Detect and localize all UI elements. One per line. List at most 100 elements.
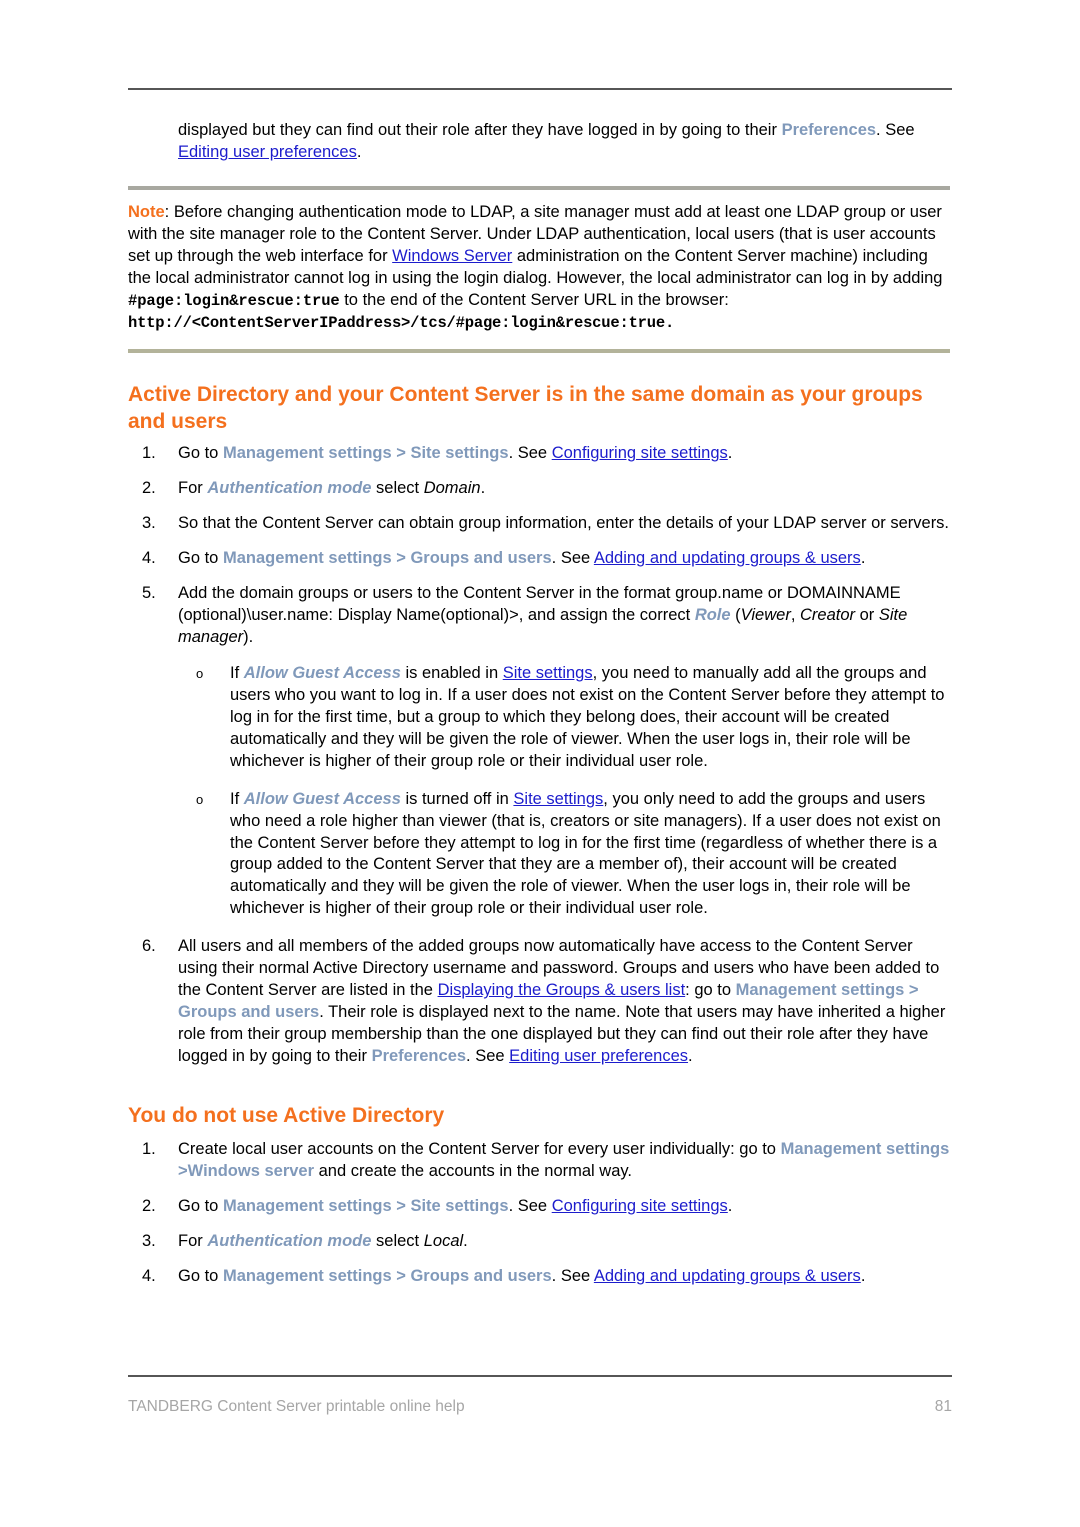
- substep-text-mid: is enabled in: [400, 663, 503, 682]
- page-content: displayed but they can find out their ro…: [128, 120, 952, 1301]
- ui-field-allow-guest-access: Allow Guest Access: [243, 789, 401, 808]
- step-text-after: .: [727, 444, 733, 463]
- step-text-before: For: [178, 479, 208, 498]
- list-item: 5. Add the domain groups or users to the…: [128, 583, 952, 920]
- value-creator: Creator: [799, 606, 856, 625]
- ui-path: Management settings > Site settings: [222, 1197, 509, 1216]
- substep-text-mid: is turned off in: [400, 789, 514, 808]
- value-domain: Domain: [423, 479, 481, 498]
- note-label: Note: [128, 202, 165, 221]
- list-item: o If Allow Guest Access is turned off in…: [178, 789, 952, 921]
- step-number: 3.: [142, 514, 156, 533]
- link-site-settings[interactable]: Site settings: [513, 790, 603, 808]
- list-item: 1. Go to Management settings > Site sett…: [128, 443, 952, 465]
- step-text-after: ).: [243, 628, 254, 647]
- step-text-before: For: [178, 1232, 208, 1251]
- step-text: For Authentication mode select Local.: [178, 1231, 952, 1253]
- value-local: Local: [423, 1232, 464, 1251]
- note-paragraph: Note: Before changing authentication mod…: [128, 202, 950, 312]
- guest-access-substep-list: o If Allow Guest Access is enabled in Si…: [178, 663, 952, 920]
- intro-text-part2: . See: [876, 121, 915, 139]
- list-item: 4. Go to Management settings > Groups an…: [128, 1266, 952, 1288]
- step-text-before: Go to: [178, 1197, 223, 1216]
- note-rescue-url: http://<ContentServerIPaddress>/tcs/#pag…: [128, 313, 675, 332]
- link-displaying-groups-users-list[interactable]: Displaying the Groups & users list: [438, 981, 686, 999]
- step-text-mid1: : go to: [685, 981, 736, 1000]
- step-text-after: .: [860, 549, 866, 568]
- note-mono-fragment: #page:login&rescue:true: [128, 291, 340, 310]
- step-text: Create local user accounts on the Conten…: [178, 1139, 952, 1183]
- list-item: 2. For Authentication mode select Domain…: [128, 478, 952, 500]
- intro-text-part3: .: [356, 142, 362, 161]
- note-text-3: to the end of the Content Server URL in …: [339, 290, 729, 309]
- step-text: Go to Management settings > Groups and u…: [178, 548, 952, 570]
- circle-bullet-icon: o: [196, 665, 204, 681]
- ui-path: Management settings > Groups and users: [222, 549, 552, 568]
- step-text-before: Go to: [178, 444, 223, 463]
- step-text-mid: . See: [551, 549, 594, 568]
- link-editing-user-preferences[interactable]: Editing user preferences: [509, 1047, 688, 1065]
- substep-text-after: , you only need to add the groups and us…: [230, 789, 941, 918]
- ui-field-authentication-mode: Authentication mode: [207, 1232, 372, 1251]
- substep-text: If Allow Guest Access is enabled in Site…: [230, 664, 945, 770]
- substep-text-before: If: [230, 663, 244, 682]
- step-number: 1.: [142, 1140, 156, 1159]
- link-windows-server[interactable]: Windows Server: [392, 247, 512, 265]
- step-text-after: .: [860, 1266, 866, 1285]
- ui-path-preferences: Preferences: [781, 121, 877, 139]
- substep-text-before: If: [230, 789, 244, 808]
- link-configuring-site-settings[interactable]: Configuring site settings: [552, 1197, 728, 1215]
- ui-field-role: Role: [694, 606, 731, 625]
- intro-text-part1: displayed but they can find out their ro…: [178, 121, 782, 139]
- link-site-settings[interactable]: Site settings: [503, 664, 593, 682]
- step-text-after: and create the accounts in the normal wa…: [314, 1162, 632, 1181]
- step-text-after: .: [463, 1232, 468, 1251]
- step-text-mid: . See: [508, 1197, 552, 1216]
- page-footer: TANDBERG Content Server printable online…: [128, 1398, 952, 1416]
- step-text-mid3: . See: [466, 1046, 510, 1065]
- step-text-before: Create local user accounts on the Conten…: [178, 1140, 781, 1159]
- link-editing-user-preferences[interactable]: Editing user preferences: [178, 143, 357, 161]
- step-number: 4.: [142, 549, 156, 568]
- section-heading-active-directory: Active Directory and your Content Server…: [128, 382, 923, 434]
- page-number: 81: [934, 1398, 952, 1415]
- note-block: Note: Before changing authentication mod…: [128, 185, 952, 353]
- list-item: o If Allow Guest Access is enabled in Si…: [178, 663, 952, 773]
- step-text: Go to Management settings > Groups and u…: [178, 1266, 952, 1288]
- step-text-mid: select: [371, 479, 424, 498]
- list-item: 1. Create local user accounts on the Con…: [128, 1139, 952, 1183]
- document-page: displayed but they can find out their ro…: [0, 0, 1080, 1527]
- step-text: All users and all members of the added g…: [178, 936, 952, 1068]
- note-separator-top: [128, 185, 950, 190]
- step-text-after: .: [727, 1197, 733, 1216]
- ui-field-allow-guest-access: Allow Guest Access: [243, 663, 401, 682]
- link-configuring-site-settings[interactable]: Configuring site settings: [552, 444, 728, 462]
- section1-step-list: 1. Go to Management settings > Site sett…: [128, 443, 952, 1068]
- link-adding-updating-groups-users[interactable]: Adding and updating groups & users: [594, 549, 861, 567]
- list-item: 3. So that the Content Server can obtain…: [128, 513, 952, 535]
- step-text: For Authentication mode select Domain.: [178, 478, 952, 500]
- step-text-after: .: [480, 479, 486, 498]
- substep-text: If Allow Guest Access is turned off in S…: [230, 790, 941, 918]
- step-number: 2.: [142, 1197, 156, 1216]
- list-item: 3. For Authentication mode select Local.: [128, 1231, 952, 1253]
- sep: or: [855, 606, 879, 625]
- ui-field-authentication-mode: Authentication mode: [207, 479, 372, 498]
- list-item: 2. Go to Management settings > Site sett…: [128, 1196, 952, 1218]
- step-text: Add the domain groups or users to the Co…: [178, 583, 952, 649]
- footer-rule: [128, 1375, 952, 1377]
- step-number: 1.: [142, 444, 156, 463]
- circle-bullet-icon: o: [196, 791, 204, 807]
- list-item: 6. All users and all members of the adde…: [128, 936, 952, 1068]
- section2-step-list: 1. Create local user accounts on the Con…: [128, 1139, 952, 1288]
- link-adding-updating-groups-users[interactable]: Adding and updating groups & users: [594, 1267, 861, 1285]
- step-text-mid: (: [730, 606, 741, 625]
- header-rule: [128, 88, 952, 90]
- list-item: 4. Go to Management settings > Groups an…: [128, 548, 952, 570]
- step-text: Go to Management settings > Site setting…: [178, 443, 952, 465]
- intro-paragraph: displayed but they can find out their ro…: [178, 120, 952, 164]
- step-text-before: Go to: [178, 549, 223, 568]
- ui-path: Management settings > Groups and users: [222, 1266, 552, 1285]
- value-viewer: Viewer: [740, 606, 791, 625]
- sep: ,: [790, 606, 800, 625]
